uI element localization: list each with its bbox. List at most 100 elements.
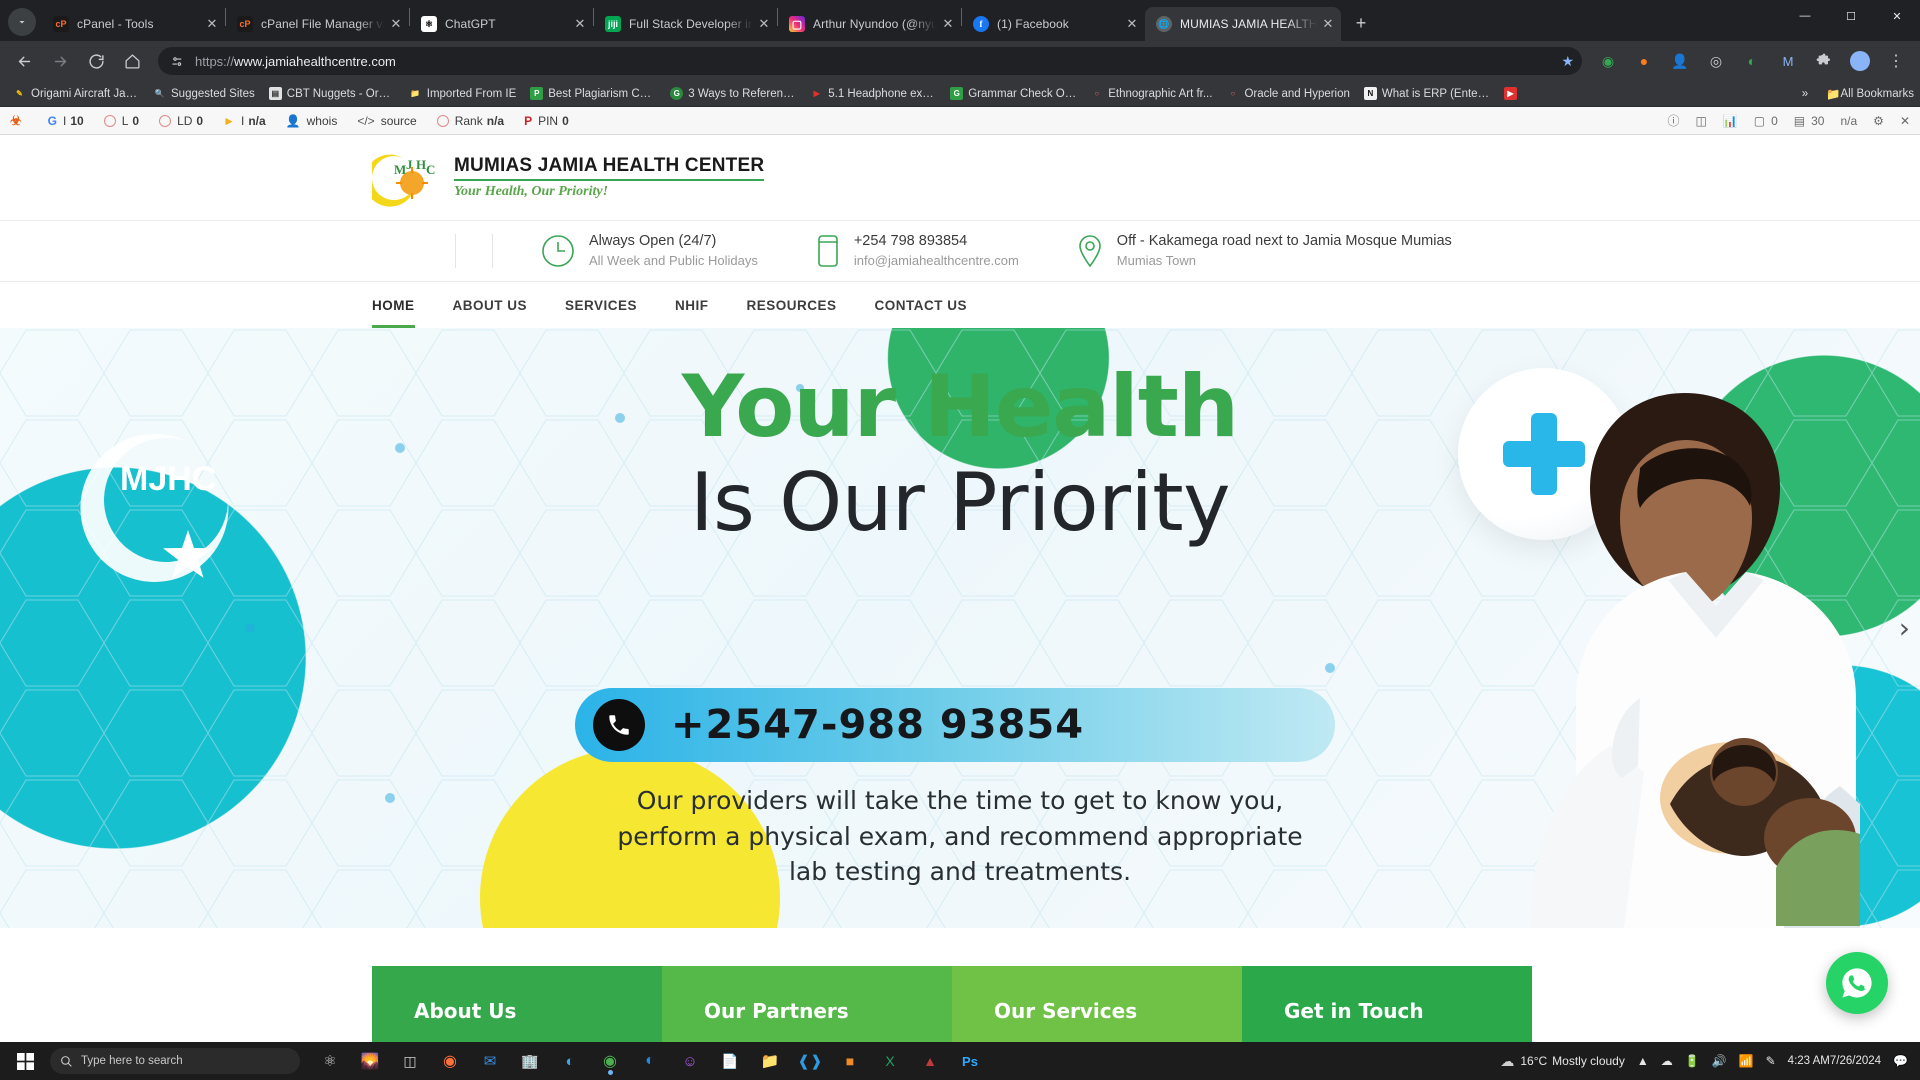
taskbar-search-input[interactable]: Type here to search: [50, 1048, 300, 1074]
keyword-density[interactable]: ▢ 0: [1754, 114, 1778, 128]
nav-item-services[interactable]: SERVICES: [565, 282, 637, 328]
mailtrack-extension-icon[interactable]: M: [1773, 46, 1803, 76]
nav-item-nhif[interactable]: NHIF: [675, 282, 709, 328]
bookmark-origami-aircraft[interactable]: ✎ Origami Aircraft Jay...: [6, 84, 146, 103]
profile-avatar[interactable]: [1845, 46, 1875, 76]
seo-links[interactable]: L0: [103, 114, 139, 128]
nav-item-about-us[interactable]: ABOUT US: [453, 282, 528, 328]
weather-widget[interactable]: ☁ 16°C Mostly cloudy: [1500, 1053, 1625, 1070]
seoquake-extension-icon[interactable]: ◉: [1593, 46, 1623, 76]
taskbar-notepad-icon[interactable]: 📄: [714, 1046, 746, 1076]
tab-chatgpt[interactable]: ⚛ ChatGPT ✕: [410, 7, 593, 41]
taskbar-edge-beta-icon[interactable]: ◐: [554, 1046, 586, 1076]
carousel-next-arrow[interactable]: ›: [1899, 612, 1910, 645]
seoquake-logo-icon[interactable]: ☣: [10, 113, 22, 129]
onedrive-icon[interactable]: ☁: [1661, 1054, 1673, 1068]
bookmark-cbt-nuggets[interactable]: ▤ CBT Nuggets - Orac...: [262, 84, 402, 103]
extensions-puzzle-icon[interactable]: [1809, 46, 1839, 76]
taskbar-edge-icon[interactable]: ◐: [634, 1046, 666, 1076]
close-icon[interactable]: ✕: [1900, 114, 1910, 128]
seo-whois[interactable]: 👤 whois: [286, 114, 338, 128]
bookmark-oracle-and-hyperion[interactable]: ○ Oracle and Hyperion: [1219, 84, 1356, 103]
tab-search-button[interactable]: [8, 8, 36, 36]
windows-start-button[interactable]: [6, 1046, 44, 1076]
close-icon[interactable]: ✕: [1121, 13, 1143, 35]
notification-center-icon[interactable]: 💬: [1893, 1054, 1908, 1068]
info-subtitle[interactable]: info@jamiahealthcentre.com: [854, 252, 1019, 270]
tab-cpanel-file-manager[interactable]: cP cPanel File Manager v3 ✕: [226, 7, 409, 41]
compare-icon[interactable]: ◫: [1695, 114, 1706, 128]
minimize-button[interactable]: —: [1782, 0, 1828, 32]
bookmark-star-icon[interactable]: ★: [1561, 53, 1574, 70]
tab-mumias-jamia-health-center[interactable]: 🌐 MUMIAS JAMIA HEALTH CENT ✕: [1145, 7, 1341, 41]
whatsapp-button[interactable]: [1826, 952, 1888, 1014]
grammarly-extension-icon[interactable]: ◐: [1737, 46, 1767, 76]
info-title[interactable]: +254 798 893854: [854, 232, 1019, 252]
seo-diagnosis[interactable]: ▤ 30: [1794, 114, 1825, 128]
page-info[interactable]: n/a: [1840, 114, 1857, 128]
bookmark-grammar-check-online[interactable]: G Grammar Check Onl...: [943, 84, 1083, 103]
site-logo[interactable]: M J H C MUMIAS JAMIA HEALTH CENTER Your …: [364, 147, 765, 209]
bookmark-suggested-sites[interactable]: 🔍 Suggested Sites: [146, 84, 262, 103]
taskbar-photos-icon[interactable]: 🌄: [354, 1046, 386, 1076]
bookmarks-overflow-button[interactable]: »: [1792, 88, 1818, 100]
taskbar-photoshop-icon[interactable]: Ps: [954, 1046, 986, 1076]
taskbar-chrome-icon[interactable]: ◉: [594, 1046, 626, 1076]
maximize-button[interactable]: ☐: [1828, 0, 1874, 32]
chrome-menu-icon[interactable]: ⋮: [1881, 46, 1911, 76]
taskbar-cortana-icon[interactable]: ⚛: [314, 1046, 346, 1076]
lastpass-extension-icon[interactable]: 👤: [1665, 46, 1695, 76]
tab-instagram-arthur-nyundoo[interactable]: ▢ Arthur Nyundoo (@nyundoo_a ✕: [778, 7, 961, 41]
bookmark-what-is-erp[interactable]: N What is ERP (Enterp...: [1357, 84, 1497, 103]
honey-extension-icon[interactable]: ●: [1629, 46, 1659, 76]
bookmark-3-ways-to-reference[interactable]: G 3 Ways to Referenc...: [663, 84, 803, 103]
close-icon[interactable]: ✕: [1317, 13, 1339, 35]
bookmark-headphone-experience[interactable]: ▶ 5.1 Headphone exp...: [803, 84, 943, 103]
close-icon[interactable]: ✕: [201, 13, 223, 35]
taskbar-store-icon[interactable]: 🏢: [514, 1046, 546, 1076]
nav-item-home[interactable]: HOME: [372, 282, 415, 328]
network-icon[interactable]: 📶: [1739, 1054, 1754, 1068]
back-arrow-icon[interactable]: [9, 46, 39, 76]
bookmark-imported-from-ie[interactable]: 📁 Imported From IE: [402, 84, 523, 103]
seo-source[interactable]: </> source: [357, 114, 416, 128]
nav-item-resources[interactable]: RESOURCES: [747, 282, 837, 328]
taskbar-excel-icon[interactable]: X: [874, 1046, 906, 1076]
pen-icon[interactable]: ✎: [1766, 1054, 1776, 1068]
tab-cpanel-tools[interactable]: cP cPanel - Tools ✕: [42, 7, 225, 41]
taskbar-filezilla-icon[interactable]: ▲: [914, 1046, 946, 1076]
seo-google-index[interactable]: G I 10: [48, 114, 84, 128]
battery-icon[interactable]: 🔋: [1685, 1054, 1700, 1068]
tab-facebook[interactable]: f (1) Facebook ✕: [962, 7, 1145, 41]
forward-arrow-icon[interactable]: [45, 46, 75, 76]
site-settings-icon[interactable]: [170, 54, 185, 69]
hero-phone-banner[interactable]: +2547-988 93854: [575, 688, 1335, 762]
bookmark-ethnographic-art[interactable]: ○ Ethnographic Art fr...: [1083, 84, 1219, 103]
home-icon[interactable]: [117, 46, 147, 76]
close-window-button[interactable]: ✕: [1874, 0, 1920, 32]
seo-linking-domains[interactable]: LD 0: [159, 114, 203, 128]
new-tab-button[interactable]: +: [1347, 9, 1375, 37]
reload-icon[interactable]: [81, 46, 111, 76]
seo-rank[interactable]: Rank n/a: [436, 114, 504, 128]
taskbar-vscode-icon[interactable]: ❰❱: [794, 1046, 826, 1076]
taskbar-xampp-icon[interactable]: ■: [834, 1046, 866, 1076]
seo-bing-index[interactable]: ► In/a: [223, 114, 266, 128]
tab-jiji-full-stack-developer[interactable]: jiji Full Stack Developer in Nairobi ✕: [594, 7, 777, 41]
taskbar-task-view-icon[interactable]: ◫: [394, 1046, 426, 1076]
bookmark-youtube[interactable]: ▶: [1497, 84, 1529, 103]
close-icon[interactable]: ✕: [753, 13, 775, 35]
close-icon[interactable]: ✕: [937, 13, 959, 35]
chart-icon[interactable]: 📊: [1723, 114, 1738, 128]
taskbar-mail-icon[interactable]: ✉: [474, 1046, 506, 1076]
nav-item-contact-us[interactable]: CONTACT US: [875, 282, 968, 328]
bookmark-best-plagiarism-checker[interactable]: P Best Plagiarism Che...: [523, 84, 663, 103]
close-icon[interactable]: ✕: [385, 13, 407, 35]
info-icon[interactable]: ⓘ: [1667, 112, 1679, 129]
gear-icon[interactable]: ⚙: [1873, 114, 1884, 128]
volume-icon[interactable]: 🔊: [1712, 1054, 1727, 1068]
taskbar-messenger-icon[interactable]: ☺: [674, 1046, 706, 1076]
adblock-extension-icon[interactable]: ◎: [1701, 46, 1731, 76]
taskbar-clock[interactable]: 4:23 AM 7/26/2024: [1788, 1054, 1881, 1068]
chevron-up-icon[interactable]: ▲: [1637, 1054, 1649, 1068]
